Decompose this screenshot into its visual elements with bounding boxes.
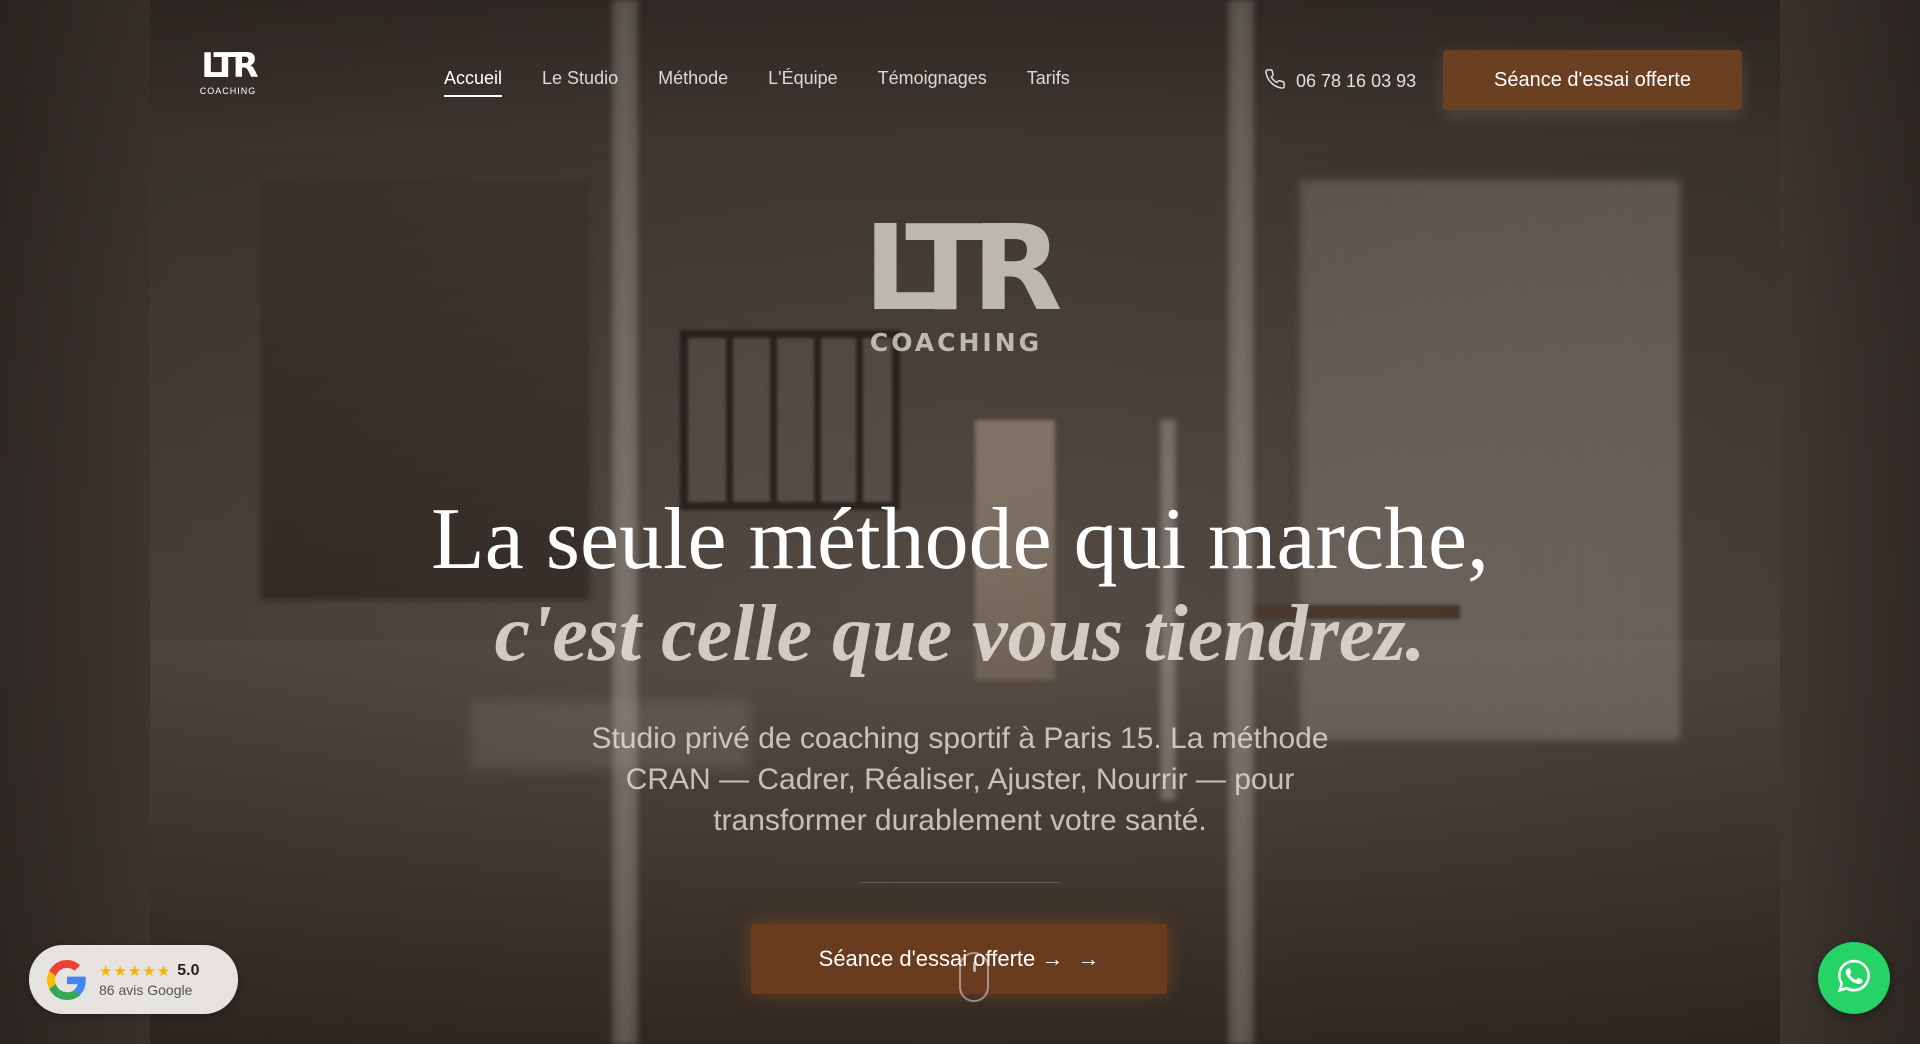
hero-cta-label: Séance d'essai offerte → — [818, 946, 1064, 971]
logo-subtitle: COACHING — [199, 86, 257, 96]
rating-score: 5.0 — [177, 961, 200, 979]
nav-item-accueil[interactable]: Accueil — [444, 68, 503, 97]
nav-item-le-studio[interactable]: Le Studio — [542, 68, 618, 89]
hero-headline-italic: c'est celle que vous tiendrez. — [494, 590, 1426, 678]
header-trial-session-button[interactable]: Séance d'essai offerte — [1443, 50, 1742, 110]
whatsapp-button[interactable] — [1818, 942, 1890, 1014]
scroll-mouse-icon[interactable] — [959, 952, 989, 1002]
google-reviews-badge[interactable]: ★★★★★ 5.0 86 avis Google — [29, 945, 238, 1014]
google-logo-icon — [47, 959, 87, 1000]
hero-logo-mark: LTR — [863, 199, 1063, 337]
phone-link[interactable]: 06 78 16 03 93 — [1264, 68, 1416, 95]
whatsapp-icon — [1834, 956, 1874, 1001]
nav-item-tarifs[interactable]: Tarifs — [1027, 68, 1070, 89]
hero-logo: LTR COACHING — [863, 199, 1063, 378]
arrow-right-icon: → — [1077, 946, 1100, 971]
hero-headline: La seule méthode qui marche, — [430, 491, 1490, 588]
phone-icon — [1264, 68, 1286, 95]
site-header: LTR COACHING Accueil Le Studio Méthode L… — [0, 0, 1920, 160]
site-logo[interactable]: LTR COACHING — [197, 48, 259, 106]
nav-item-temoignages[interactable]: Témoignages — [878, 68, 987, 89]
google-rating-info: ★★★★★ 5.0 86 avis Google — [99, 962, 200, 998]
main-nav: Accueil Le Studio Méthode L'Équipe Témoi… — [444, 68, 1070, 97]
hero-divider — [860, 882, 1060, 883]
hero-subtext: Studio privé de coaching sportif à Paris… — [591, 722, 1329, 837]
review-count: 86 avis Google — [99, 981, 193, 998]
rating-stars: ★★★★★ — [99, 962, 172, 980]
phone-number: 06 78 16 03 93 — [1296, 71, 1417, 91]
hero-logo-subtitle: COACHING — [869, 328, 1043, 357]
logo-mark: LTR — [201, 46, 258, 86]
nav-item-methode[interactable]: Méthode — [658, 68, 728, 89]
nav-item-equipe[interactable]: L'Équipe — [768, 68, 838, 89]
